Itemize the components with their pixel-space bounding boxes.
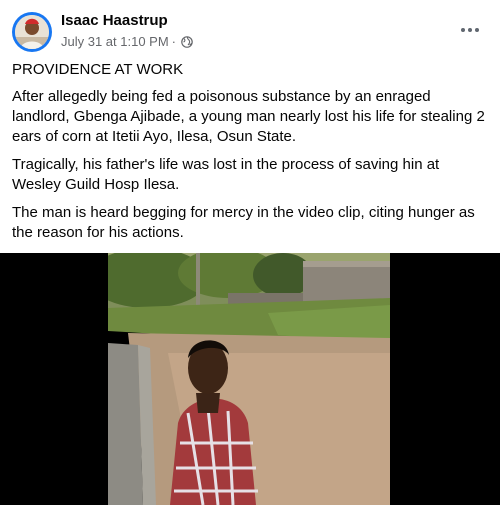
dot bbox=[461, 28, 465, 32]
post-header: Isaac Haastrup July 31 at 1:10 PM · bbox=[0, 0, 500, 58]
dot bbox=[468, 28, 472, 32]
globe-icon[interactable] bbox=[181, 35, 193, 48]
post-meta: July 31 at 1:10 PM · bbox=[61, 34, 193, 49]
meta-separator: · bbox=[171, 34, 177, 49]
post-paragraph: The man is heard begging for mercy in th… bbox=[12, 204, 475, 241]
more-options-icon[interactable] bbox=[452, 16, 488, 44]
avatar[interactable] bbox=[12, 12, 52, 52]
post-text: PROVIDENCE AT WORK After allegedly being… bbox=[12, 60, 488, 251]
avatar-photo bbox=[15, 15, 49, 49]
video-still bbox=[108, 253, 390, 505]
post-paragraph: Tragically, his father's life was lost i… bbox=[12, 156, 440, 193]
person-icon bbox=[15, 15, 49, 49]
dot bbox=[475, 28, 479, 32]
video-frame bbox=[108, 253, 390, 505]
video-player[interactable] bbox=[0, 253, 500, 505]
post-title: PROVIDENCE AT WORK bbox=[12, 61, 184, 78]
post-date[interactable]: July 31 at 1:10 PM bbox=[61, 34, 169, 49]
author-name[interactable]: Isaac Haastrup bbox=[61, 12, 168, 29]
post-paragraph: After allegedly being fed a poisonous su… bbox=[12, 88, 485, 145]
